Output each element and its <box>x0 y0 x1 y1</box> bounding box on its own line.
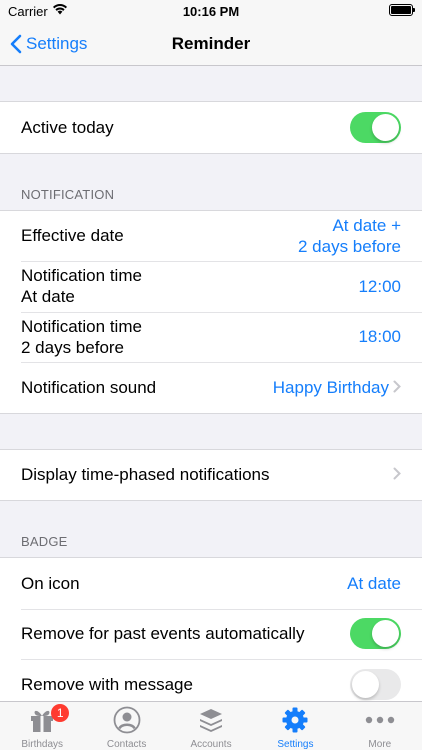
badge-section-header: BADGE <box>0 501 422 557</box>
chevron-right-icon <box>393 377 401 398</box>
settings-list: Active today NOTIFICATION Effective date… <box>0 66 422 711</box>
person-icon <box>112 706 142 734</box>
status-bar: Carrier 10:16 PM <box>0 0 422 22</box>
tab-more-label: More <box>368 739 392 750</box>
notification-sound-row[interactable]: Notification sound Happy Birthday <box>0 362 422 413</box>
time-phased-row[interactable]: Display time-phased notifications <box>0 450 422 501</box>
notification-time-at-date-label: Notification time At date <box>21 266 142 307</box>
notification-sound-value: Happy Birthday <box>272 377 389 397</box>
tab-accounts-label: Accounts <box>190 739 232 750</box>
page-title: Reminder <box>171 34 251 53</box>
stack-icon <box>196 707 226 733</box>
tab-settings-label: Settings <box>277 739 314 750</box>
status-time: 10:16 PM <box>182 4 240 19</box>
more-icon <box>365 707 395 733</box>
time-phased-label: Display time-phased notifications <box>21 465 270 485</box>
remove-past-row: Remove for past events automatically <box>0 608 422 660</box>
tab-more[interactable]: More <box>338 702 422 750</box>
tab-contacts-label: Contacts <box>106 739 147 750</box>
tab-birthdays-label: Birthdays <box>21 739 64 750</box>
on-icon-row[interactable]: On icon At date <box>0 558 422 609</box>
remove-past-toggle[interactable] <box>350 618 401 650</box>
on-icon-value: At date <box>347 573 401 593</box>
birthdays-badge: 1 <box>51 704 70 722</box>
notification-time-at-date-value: 12:00 <box>358 276 401 296</box>
badge-group: On icon At date Remove for past events a… <box>0 557 422 711</box>
remove-past-label: Remove for past events automatically <box>21 624 305 644</box>
active-today-row: Active today <box>0 102 422 153</box>
gear-icon <box>280 707 310 733</box>
remove-message-toggle[interactable] <box>350 668 401 700</box>
phased-group: Display time-phased notifications <box>0 448 422 501</box>
notification-time-before-row[interactable]: Notification time 2 days before 18:00 <box>0 311 422 363</box>
active-group: Active today <box>0 101 422 154</box>
badge-header-label: BADGE <box>21 534 68 549</box>
battery-icon <box>389 4 415 16</box>
notification-time-before-value: 18:00 <box>358 327 401 347</box>
active-today-toggle[interactable] <box>350 111 401 143</box>
tab-contacts[interactable]: Contacts <box>84 702 168 750</box>
tab-bar: 1 Birthdays Contacts Accounts Settings M… <box>0 701 422 750</box>
remove-message-label: Remove with message <box>21 674 193 694</box>
on-icon-label: On icon <box>21 573 80 593</box>
notification-time-before-label: Notification time 2 days before <box>21 316 142 357</box>
tab-birthdays[interactable]: 1 Birthdays <box>0 702 84 750</box>
effective-date-row[interactable]: Effective date At date + 2 days before <box>0 211 422 262</box>
notification-group: Effective date At date + 2 days before N… <box>0 209 422 414</box>
effective-date-label: Effective date <box>21 226 124 246</box>
notification-section-header: NOTIFICATION <box>0 154 422 210</box>
active-today-label: Active today <box>21 117 114 137</box>
chevron-right-icon <box>393 464 401 485</box>
notification-time-at-date-row[interactable]: Notification time At date 12:00 <box>0 261 422 312</box>
notification-sound-label: Notification sound <box>21 377 157 397</box>
notification-header-label: NOTIFICATION <box>21 186 115 202</box>
effective-date-value: At date + 2 days before <box>297 215 401 256</box>
tab-accounts[interactable]: Accounts <box>169 702 253 750</box>
navigation-bar: Settings Reminder <box>0 22 422 66</box>
tab-settings[interactable]: Settings <box>253 702 337 750</box>
